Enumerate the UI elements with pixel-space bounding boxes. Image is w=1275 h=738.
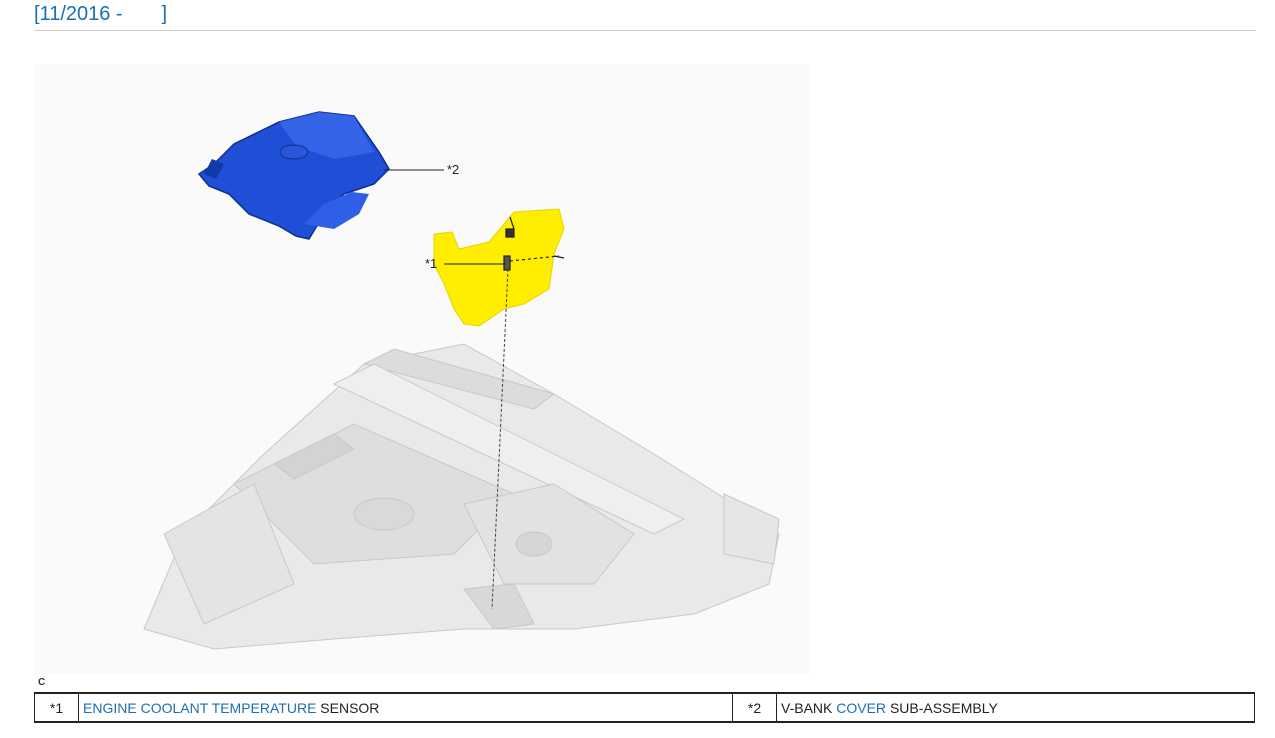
- legend-desc-2: V-BANK COVER SUB-ASSEMBLY: [776, 692, 1255, 723]
- v-bank-cover-drawing: [197, 111, 390, 240]
- date-range: [11/2016 - ]: [34, 3, 168, 25]
- legend-num-1: *1: [34, 692, 79, 723]
- sub-assembly-text: SUB-ASSEMBLY: [889, 699, 998, 716]
- header-divider: [34, 30, 1256, 31]
- legend-row: *1 ENGINE COOLANT TEMPERATURE SENSOR *2 …: [34, 692, 1255, 723]
- callout-1: *1: [425, 256, 437, 271]
- legend-table: *1 ENGINE COOLANT TEMPERATURE SENSOR *2 …: [34, 692, 1255, 723]
- sensor-highlight: [433, 208, 565, 327]
- legend-num-2: *2: [732, 692, 777, 723]
- page-title[interactable]: [11/2016 - ]: [34, 0, 1256, 28]
- temperature-link[interactable]: TEMPERATURE: [212, 700, 317, 716]
- callout-2: *2: [447, 162, 459, 177]
- legend-desc-1: ENGINE COOLANT TEMPERATURE SENSOR: [78, 692, 733, 723]
- v-bank-text: V-BANK: [781, 699, 833, 716]
- illustration-code: C: [38, 677, 46, 688]
- engine-bay-drawing: [143, 343, 780, 650]
- sensor-text: SENSOR: [320, 699, 380, 716]
- coolant-link[interactable]: COOLANT: [141, 700, 208, 716]
- cover-link[interactable]: COVER: [836, 700, 886, 716]
- engine-link[interactable]: ENGINE: [83, 700, 137, 716]
- component-illustration: *2 *1: [34, 64, 809, 674]
